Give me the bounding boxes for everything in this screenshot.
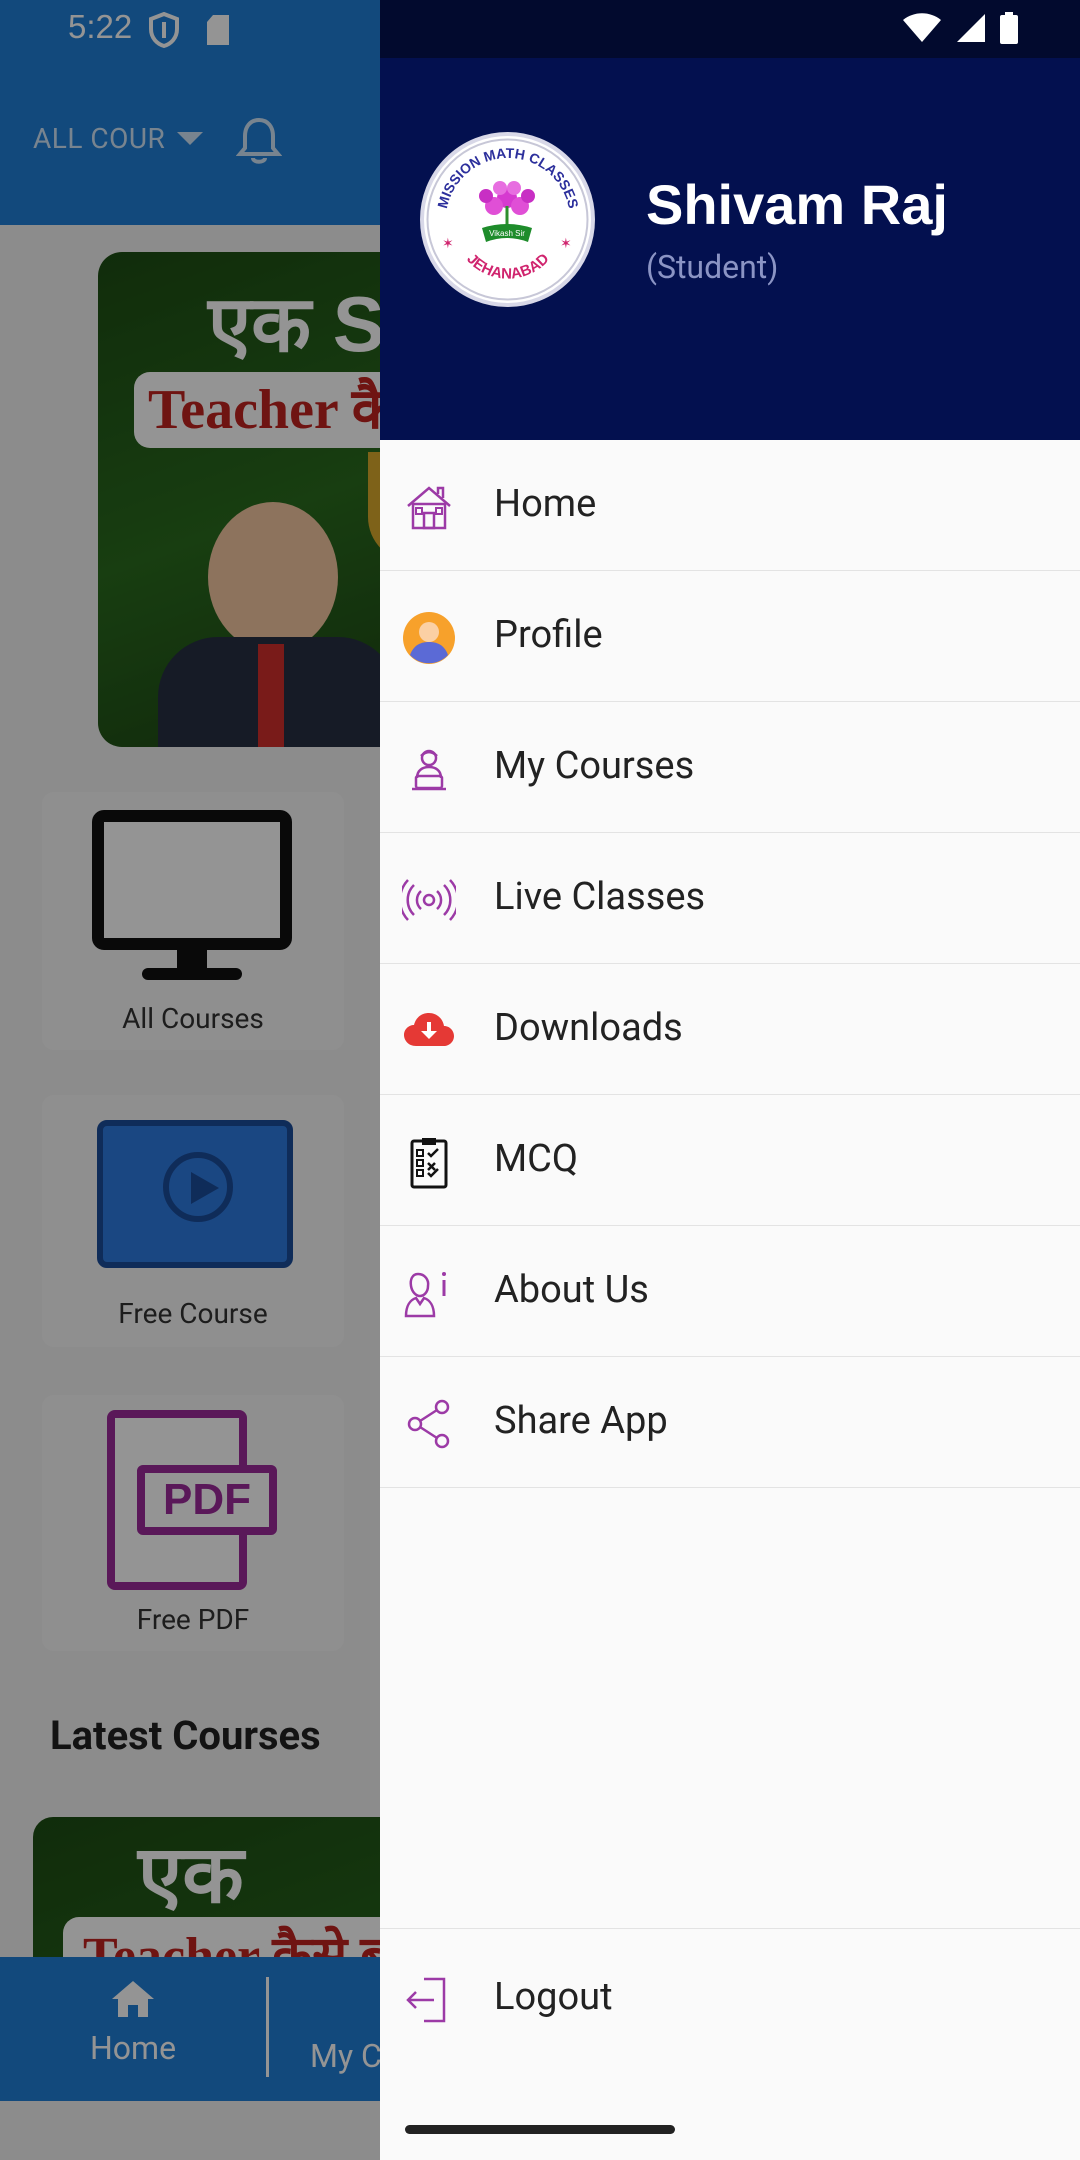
menu-item-mcq[interactable]: MCQ xyxy=(380,1095,1080,1226)
menu-item-label: Profile xyxy=(494,613,603,657)
about-user-icon xyxy=(404,1272,446,1318)
gesture-handle[interactable] xyxy=(405,2125,675,2134)
home-icon xyxy=(407,486,451,530)
battery-icon xyxy=(1000,12,1018,44)
institute-logo-image: MISSION MATH CLASSES JEHANABAD Vikash Si xyxy=(426,138,589,301)
menu-item-label: Share App xyxy=(494,1399,668,1443)
menu-item-home[interactable]: Home xyxy=(380,440,1080,571)
menu-item-my-courses[interactable]: My Courses xyxy=(380,702,1080,833)
system-icons xyxy=(902,12,1018,44)
profile-icon xyxy=(403,612,455,664)
cell-signal-icon xyxy=(957,14,985,42)
star-icon: ✶ xyxy=(560,236,572,252)
logout-button[interactable]: Logout xyxy=(380,1928,1080,2063)
menu-item-label: MCQ xyxy=(494,1137,579,1181)
courses-icon xyxy=(412,749,446,791)
menu-item-share-app[interactable]: Share App xyxy=(380,1357,1080,1488)
live-broadcast-icon xyxy=(402,879,456,921)
wifi-icon xyxy=(903,13,941,42)
user-name: Shivam Raj xyxy=(646,173,948,236)
menu-item-live-classes[interactable]: Live Classes xyxy=(380,833,1080,964)
menu-item-downloads[interactable]: Downloads xyxy=(380,964,1080,1095)
institute-logo: MISSION MATH CLASSES JEHANABAD Vikash Si xyxy=(420,132,595,307)
menu-item-label: My Courses xyxy=(494,744,695,788)
star-icon: ✶ xyxy=(442,236,454,252)
logout-icon xyxy=(406,1977,446,2023)
user-role: (Student) xyxy=(646,248,779,286)
share-icon xyxy=(407,1399,450,1449)
status-bar xyxy=(380,0,1080,58)
navigation-drawer: MISSION MATH CLASSES JEHANABAD Vikash Si xyxy=(380,0,1080,2160)
drawer-header: MISSION MATH CLASSES JEHANABAD Vikash Si xyxy=(380,0,1080,440)
menu-item-about-us[interactable]: About Us xyxy=(380,1226,1080,1357)
logout-label: Logout xyxy=(494,1975,613,2019)
menu-item-profile[interactable]: Profile xyxy=(380,571,1080,702)
menu-item-label: Home xyxy=(494,482,597,526)
cloud-download-icon xyxy=(404,1013,454,1046)
menu-item-label: Live Classes xyxy=(494,875,706,919)
menu-item-label: Downloads xyxy=(494,1006,683,1050)
drawer-menu: Home Profile My Courses Live Classes Dow… xyxy=(380,440,1080,1488)
logo-ribbon-text: Vikash Sir xyxy=(489,229,525,238)
menu-item-label: About Us xyxy=(494,1268,649,1312)
checklist-icon xyxy=(410,1138,448,1189)
